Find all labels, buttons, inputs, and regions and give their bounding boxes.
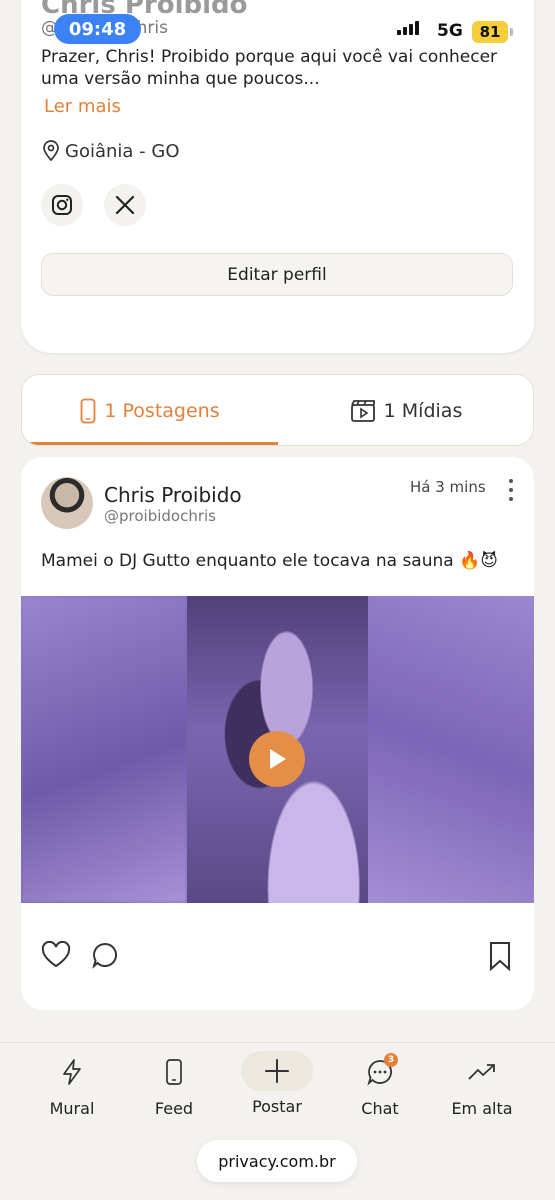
post-video[interactable] — [21, 596, 534, 903]
status-time: 09:48 — [54, 14, 141, 44]
instagram-button[interactable] — [41, 184, 83, 226]
nav-label: Feed — [154, 1099, 194, 1118]
nav-item-em-alta[interactable]: Em alta — [432, 1043, 532, 1118]
read-more-link[interactable]: Ler mais — [44, 96, 121, 117]
tab-posts[interactable]: 1 Postagens — [22, 375, 278, 445]
phone-icon — [166, 1059, 182, 1085]
nav-label: Mural — [49, 1099, 95, 1118]
edit-profile-button[interactable]: Editar perfil — [41, 253, 513, 296]
play-icon — [270, 749, 286, 769]
avatar[interactable] — [41, 477, 93, 529]
post-author-handle: @proibidochris — [104, 507, 216, 525]
profile-tabs: 1 Postagens 1 Mídias — [21, 374, 534, 446]
nav-item-mural[interactable]: Mural — [22, 1043, 122, 1118]
post-button[interactable] — [241, 1051, 313, 1091]
tab-posts-label: 1 Postagens — [104, 400, 220, 422]
battery-level: 81 — [472, 21, 508, 43]
instagram-icon — [52, 195, 72, 215]
network-type: 5G — [437, 21, 463, 41]
tab-media[interactable]: 1 Mídias — [278, 375, 533, 445]
comment-icon — [92, 942, 117, 969]
phone-icon — [80, 398, 96, 424]
like-button[interactable] — [41, 940, 71, 973]
play-button[interactable] — [249, 731, 305, 787]
bookmark-icon — [490, 942, 510, 972]
map-pin-icon — [43, 140, 59, 162]
video-blur-left — [21, 596, 187, 903]
nav-item-chat[interactable]: 3 Chat — [330, 1043, 430, 1118]
nav-label: Em alta — [451, 1099, 513, 1118]
nav-item-postar[interactable]: Postar — [227, 1043, 327, 1116]
nav-item-feed[interactable]: Feed — [124, 1043, 224, 1118]
chat-badge: 3 — [384, 1053, 398, 1067]
trending-icon — [468, 1064, 495, 1080]
post-timestamp: Há 3 mins — [410, 478, 486, 496]
status-bar: 09:48 5G 81 — [0, 0, 555, 60]
location-text: Goiânia - GO — [65, 140, 180, 162]
clapperboard-icon — [350, 400, 375, 422]
plus-icon — [265, 1059, 289, 1083]
nav-label: Chat — [361, 1099, 399, 1118]
heart-icon — [41, 940, 71, 968]
address-bar[interactable]: privacy.com.br — [197, 1140, 357, 1182]
post-card: Chris Proibido @proibidochris Há 3 mins … — [21, 457, 534, 1010]
more-options-icon[interactable] — [503, 479, 519, 501]
profile-location: Goiânia - GO — [41, 140, 180, 162]
post-author-name[interactable]: Chris Proibido — [104, 483, 242, 507]
comment-button[interactable] — [91, 941, 119, 973]
x-icon — [115, 195, 135, 215]
battery-tip — [510, 28, 513, 36]
post-caption: Mamei o DJ Gutto enquanto ele tocava na … — [41, 551, 498, 571]
active-tab-indicator — [22, 442, 278, 445]
video-blur-right — [368, 596, 534, 903]
x-button[interactable] — [104, 184, 146, 226]
tab-media-label: 1 Mídias — [383, 400, 463, 422]
nav-label: Postar — [252, 1097, 302, 1116]
signal-icon — [397, 21, 419, 35]
bookmark-button[interactable] — [488, 941, 512, 975]
lightning-icon — [63, 1059, 81, 1085]
